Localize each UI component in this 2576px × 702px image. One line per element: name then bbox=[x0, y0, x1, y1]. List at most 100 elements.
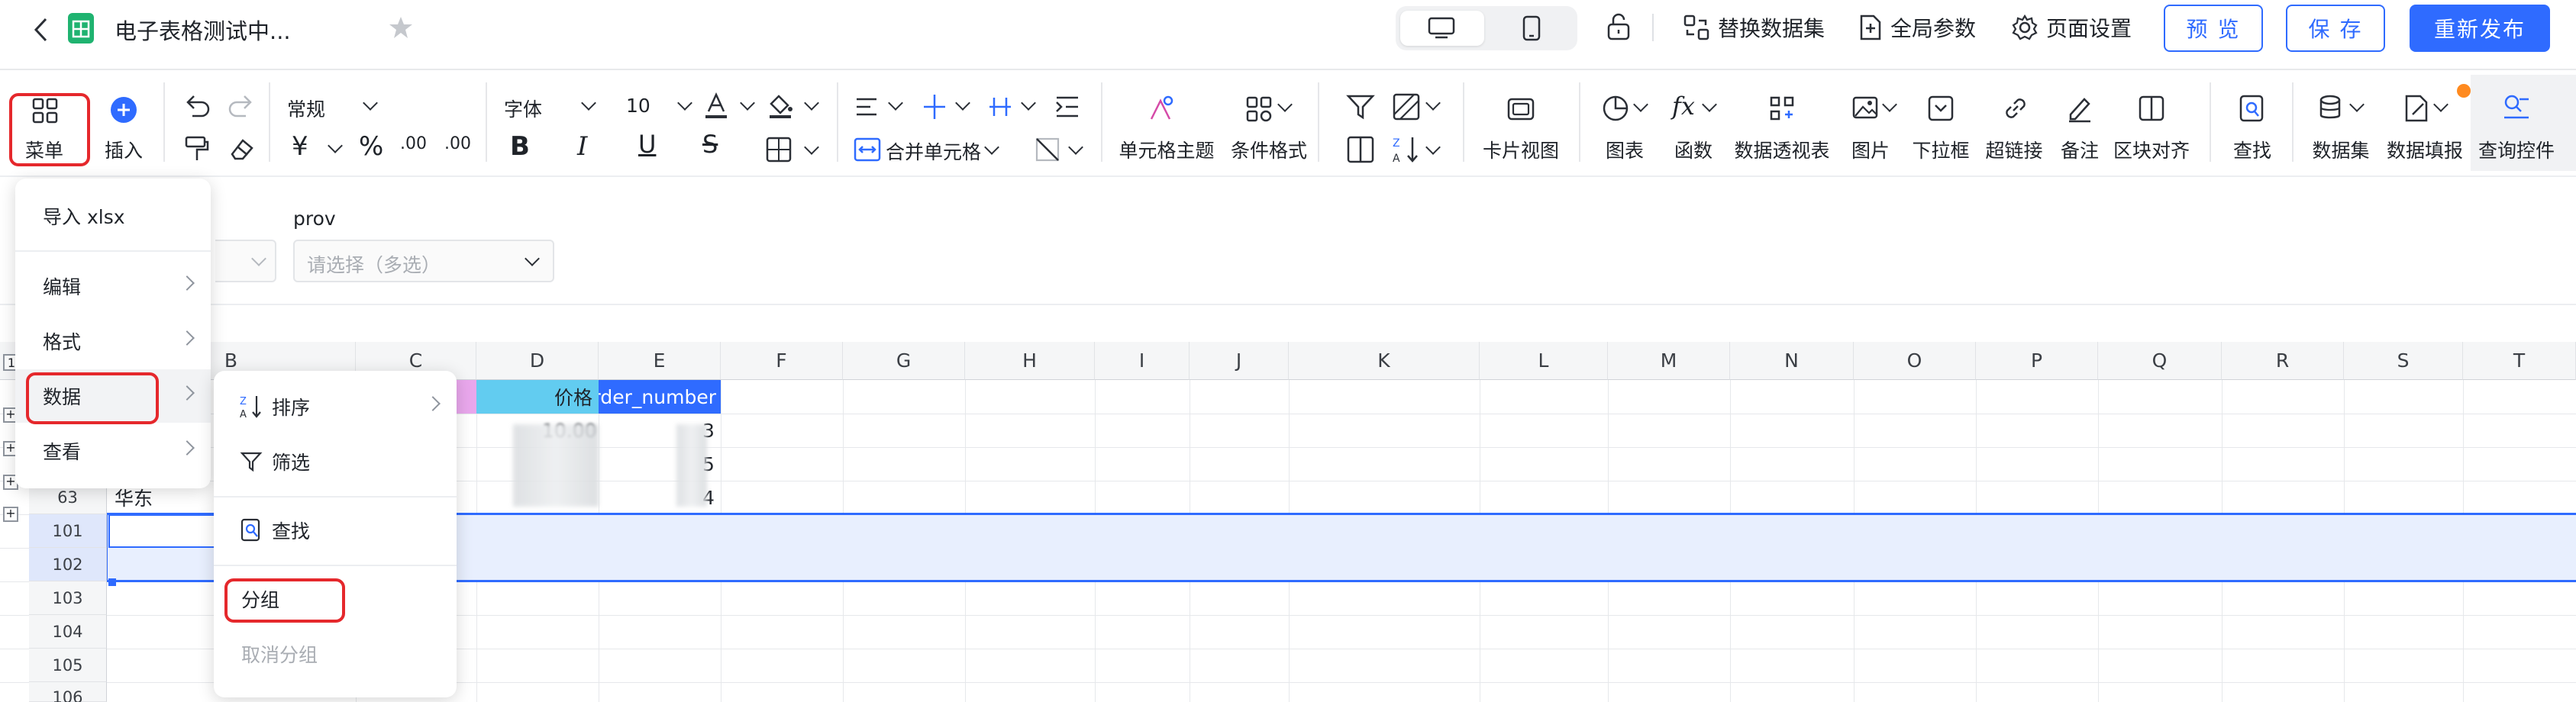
borders-icon[interactable] bbox=[763, 134, 794, 165]
block-align-label[interactable]: 区块对齐 bbox=[2113, 136, 2190, 163]
query-control-icon[interactable] bbox=[2501, 92, 2532, 122]
global-params-button[interactable]: 全局参数 bbox=[1858, 12, 1976, 43]
percent-icon[interactable]: % bbox=[359, 131, 383, 162]
data-fill-label[interactable]: 数据填报 bbox=[2387, 136, 2463, 163]
previous-filter-select[interactable] bbox=[215, 240, 276, 282]
star-icon[interactable] bbox=[388, 15, 414, 40]
strikethrough-icon[interactable]: S bbox=[702, 130, 718, 159]
note-icon[interactable] bbox=[2064, 93, 2095, 124]
column-header-s[interactable]: S bbox=[2344, 342, 2463, 380]
increase-decimal-icon[interactable]: .00 bbox=[444, 134, 471, 153]
lock-icon[interactable] bbox=[1606, 12, 1631, 41]
image-icon[interactable] bbox=[1851, 93, 1881, 124]
function-icon[interactable]: fx bbox=[1672, 92, 1695, 121]
column-header-p[interactable]: P bbox=[1976, 342, 2098, 380]
column-header-d[interactable]: D bbox=[476, 342, 599, 380]
dataset-icon[interactable] bbox=[2316, 93, 2347, 124]
eraser-icon[interactable] bbox=[226, 134, 257, 165]
note-label[interactable]: 备注 bbox=[2061, 136, 2099, 163]
fill-color-icon[interactable] bbox=[765, 90, 796, 121]
diagonal-border-icon[interactable] bbox=[1032, 134, 1063, 165]
decrease-decimal-icon[interactable]: .00 bbox=[400, 134, 427, 153]
filter-icon[interactable] bbox=[1345, 92, 1376, 122]
header-cell-price[interactable]: 价格 bbox=[476, 380, 599, 414]
column-header-g[interactable]: G bbox=[843, 342, 965, 380]
hyperlink-icon[interactable] bbox=[2000, 93, 2031, 124]
font-family-select[interactable]: 字体 bbox=[504, 95, 542, 122]
menu-item-edit[interactable]: 编辑 bbox=[15, 259, 211, 313]
column-header-l[interactable]: L bbox=[1480, 342, 1608, 380]
cell-theme-label[interactable]: 单元格主题 bbox=[1119, 136, 1214, 163]
prov-filter-select[interactable]: 请选择（多选） bbox=[293, 240, 554, 282]
underline-icon[interactable]: U bbox=[638, 130, 656, 159]
conditional-format-icon[interactable] bbox=[1244, 93, 1275, 124]
row-header-101[interactable]: 101 bbox=[29, 514, 107, 548]
pivot-table-icon[interactable] bbox=[1767, 93, 1797, 124]
menu-item-import-xlsx[interactable]: 导入 xlsx bbox=[15, 189, 211, 243]
republish-button[interactable]: 重新发布 bbox=[2410, 5, 2550, 52]
query-control-label[interactable]: 查询控件 bbox=[2478, 136, 2555, 163]
dropdown-label[interactable]: 下拉框 bbox=[1912, 136, 1969, 163]
dropdown-box-icon[interactable] bbox=[1926, 93, 1956, 124]
row-header-105[interactable]: 105 bbox=[29, 649, 107, 682]
chart-label[interactable]: 图表 bbox=[1606, 136, 1644, 163]
freeze-icon[interactable] bbox=[1345, 134, 1376, 165]
number-format-select[interactable]: 常规 bbox=[287, 95, 325, 122]
bold-icon[interactable]: B bbox=[510, 131, 530, 162]
find-icon[interactable] bbox=[2237, 93, 2268, 124]
column-header-i[interactable]: I bbox=[1095, 342, 1190, 380]
undo-icon[interactable] bbox=[182, 92, 212, 122]
table-style-icon[interactable] bbox=[1391, 92, 1422, 122]
vertical-align-icon[interactable] bbox=[919, 92, 950, 122]
column-header-e[interactable]: E bbox=[599, 342, 721, 380]
menu-item-view[interactable]: 查看 bbox=[15, 424, 211, 478]
format-painter-icon[interactable] bbox=[182, 134, 212, 165]
column-header-r[interactable]: R bbox=[2222, 342, 2344, 380]
currency-icon[interactable]: ¥ bbox=[292, 131, 308, 162]
fill-handle[interactable] bbox=[108, 578, 116, 586]
column-header-q[interactable]: Q bbox=[2098, 342, 2222, 380]
column-header-n[interactable]: N bbox=[1730, 342, 1854, 380]
pivot-table-label[interactable]: 数据透视表 bbox=[1734, 136, 1829, 163]
italic-icon[interactable]: I bbox=[577, 131, 587, 162]
page-settings-button[interactable]: 页面设置 bbox=[2011, 12, 2132, 43]
column-header-k[interactable]: K bbox=[1289, 342, 1480, 380]
conditional-format-label[interactable]: 条件格式 bbox=[1231, 136, 1307, 163]
column-header-j[interactable]: J bbox=[1190, 342, 1289, 380]
sort-az-icon[interactable]: ZA bbox=[1391, 134, 1422, 165]
font-color-icon[interactable] bbox=[701, 90, 731, 121]
group-expand-button[interactable]: + bbox=[3, 507, 18, 522]
mobile-icon[interactable] bbox=[1522, 15, 1541, 41]
text-direction-icon[interactable] bbox=[985, 92, 1015, 122]
merge-cells-label[interactable]: 合并单元格 bbox=[886, 137, 981, 165]
save-button[interactable]: 保 存 bbox=[2286, 5, 2385, 52]
cell-theme-icon[interactable] bbox=[1145, 93, 1176, 124]
card-view-label[interactable]: 卡片视图 bbox=[1483, 136, 1559, 163]
pie-chart-icon[interactable] bbox=[1602, 93, 1632, 124]
hyperlink-label[interactable]: 超链接 bbox=[1985, 136, 2042, 163]
function-label[interactable]: 函数 bbox=[1674, 136, 1712, 163]
back-arrow-icon[interactable] bbox=[32, 17, 49, 43]
column-header-m[interactable]: M bbox=[1608, 342, 1730, 380]
font-size-select[interactable]: 10 bbox=[626, 95, 650, 117]
row-header-103[interactable]: 103 bbox=[29, 581, 107, 615]
dataset-label[interactable]: 数据集 bbox=[2312, 136, 2369, 163]
data-fill-icon[interactable] bbox=[2402, 93, 2432, 124]
redo-icon[interactable] bbox=[226, 92, 257, 122]
card-view-icon[interactable] bbox=[1506, 93, 1536, 124]
row-header-106[interactable]: 106 bbox=[29, 682, 107, 702]
block-align-icon[interactable] bbox=[2136, 93, 2167, 124]
column-header-h[interactable]: H bbox=[965, 342, 1095, 380]
horizontal-align-icon[interactable] bbox=[852, 92, 883, 122]
header-cell-order-number[interactable]: rder_number bbox=[599, 380, 721, 414]
image-label[interactable]: 图片 bbox=[1851, 136, 1890, 163]
row-header-102[interactable]: 102 bbox=[29, 548, 107, 581]
column-header-o[interactable]: O bbox=[1854, 342, 1976, 380]
column-header-f[interactable]: F bbox=[721, 342, 843, 380]
find-label[interactable]: 查找 bbox=[2233, 136, 2271, 163]
column-header-t[interactable]: T bbox=[2463, 342, 2576, 380]
replace-dataset-button[interactable]: 替换数据集 bbox=[1683, 12, 1825, 43]
doc-title[interactable]: 电子表格测试中... bbox=[115, 14, 291, 46]
plus-circle-icon[interactable] bbox=[108, 95, 139, 125]
insert-label[interactable]: 插入 bbox=[105, 136, 143, 163]
